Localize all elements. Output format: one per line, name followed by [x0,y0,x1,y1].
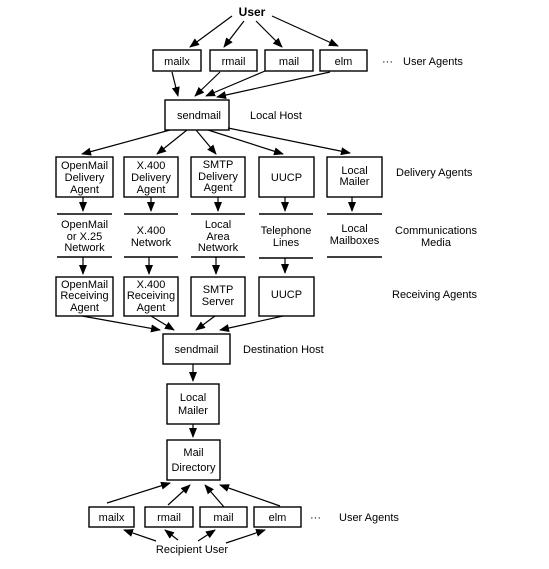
user-agents-label: User Agents [403,56,463,68]
receiving-label: Server [202,296,235,308]
communications-media-label: Communications [395,225,477,237]
media-label: X.400 [137,225,166,237]
mail-directory-label: Directory [171,462,216,474]
ellipsis: ··· [310,512,321,524]
media-to-receiving-arrows [79,257,289,275]
recipient-to-agents-arrows [123,529,266,544]
delivery-label: OpenMail [61,160,108,172]
delivery-label: SMTP [203,159,234,171]
communications-media-label: Media [421,237,452,249]
receiving-agents: OpenMail Receiving Agent X.400 Receiving… [55,276,315,317]
local-mailer-label: Mailer [178,405,208,417]
agent-label: mail [213,512,233,524]
sendmail-local-label: sendmail [177,110,221,122]
delivery-label: Delivery [131,172,171,184]
delivery-agents-label: Delivery Agents [396,167,473,179]
delivery-agents: OpenMail Delivery Agent X.400 Delivery A… [55,156,383,198]
media-label: OpenMail [61,219,108,231]
receiving-label: Agent [70,302,99,314]
agent-label: elm [335,56,353,68]
receiving-label: Agent [137,302,166,314]
sendmail-dest-label: sendmail [174,344,218,356]
agent-label: rmail [157,512,181,524]
agent-label: mailx [99,512,125,524]
delivery-label: Agent [204,182,233,194]
delivery-label: Mailer [340,176,370,188]
media-label: Mailboxes [330,235,380,247]
user-agents-bottom: mailx rmail mail elm ··· User Agents [88,506,399,528]
user-to-agents-arrows [189,15,339,48]
mail-directory-label: Mail [183,447,203,459]
user-label: User [239,5,266,19]
receiving-label: Receiving [60,290,108,302]
receiving-to-sendmail-arrows [81,315,284,333]
local-host-label: Local Host [250,110,302,122]
recipient-user-label: Recipient User [156,544,228,556]
media-label: Network [198,242,239,254]
agent-label: mailx [164,56,190,68]
media-label: Telephone [261,225,312,237]
media-label: Lines [273,237,300,249]
delivery-label: X.400 [137,160,166,172]
media-labels: OpenMail or X.25 Network X.400 Network L… [61,219,380,254]
receiving-label: SMTP [203,284,234,296]
mail-directory-box[interactable] [166,439,221,481]
ellipsis: ··· [382,56,393,68]
delivery-label: UUCP [271,172,302,184]
delivery-label: Agent [137,184,166,196]
mail-flow-diagram: User mailx rmail mail elm ··· User Agent… [55,5,477,556]
local-mailer-box[interactable] [166,383,220,425]
delivery-label: Delivery [65,172,105,184]
media-label: Network [64,242,105,254]
agent-label: rmail [222,56,246,68]
agent-label: mail [279,56,299,68]
receiving-agents-label: Receiving Agents [392,289,477,301]
media-label: Local [341,223,367,235]
local-mailer-label: Local [180,392,206,404]
sendmail-to-delivery-arrows [81,127,351,156]
agents-to-directory-arrows [106,481,281,508]
delivery-to-media-arrows [79,197,356,212]
media-label: Network [131,237,172,249]
user-agents-top: mailx rmail mail elm ··· User Agents [152,49,463,72]
delivery-label: Agent [70,184,99,196]
media-label: Local [205,219,231,231]
receiving-label: Receiving [127,290,175,302]
agents-to-sendmail-arrows [171,70,331,99]
destination-host-label: Destination Host [243,344,324,356]
receiving-label: UUCP [271,289,302,301]
agent-label: elm [269,512,287,524]
user-agents-bottom-label: User Agents [339,512,399,524]
